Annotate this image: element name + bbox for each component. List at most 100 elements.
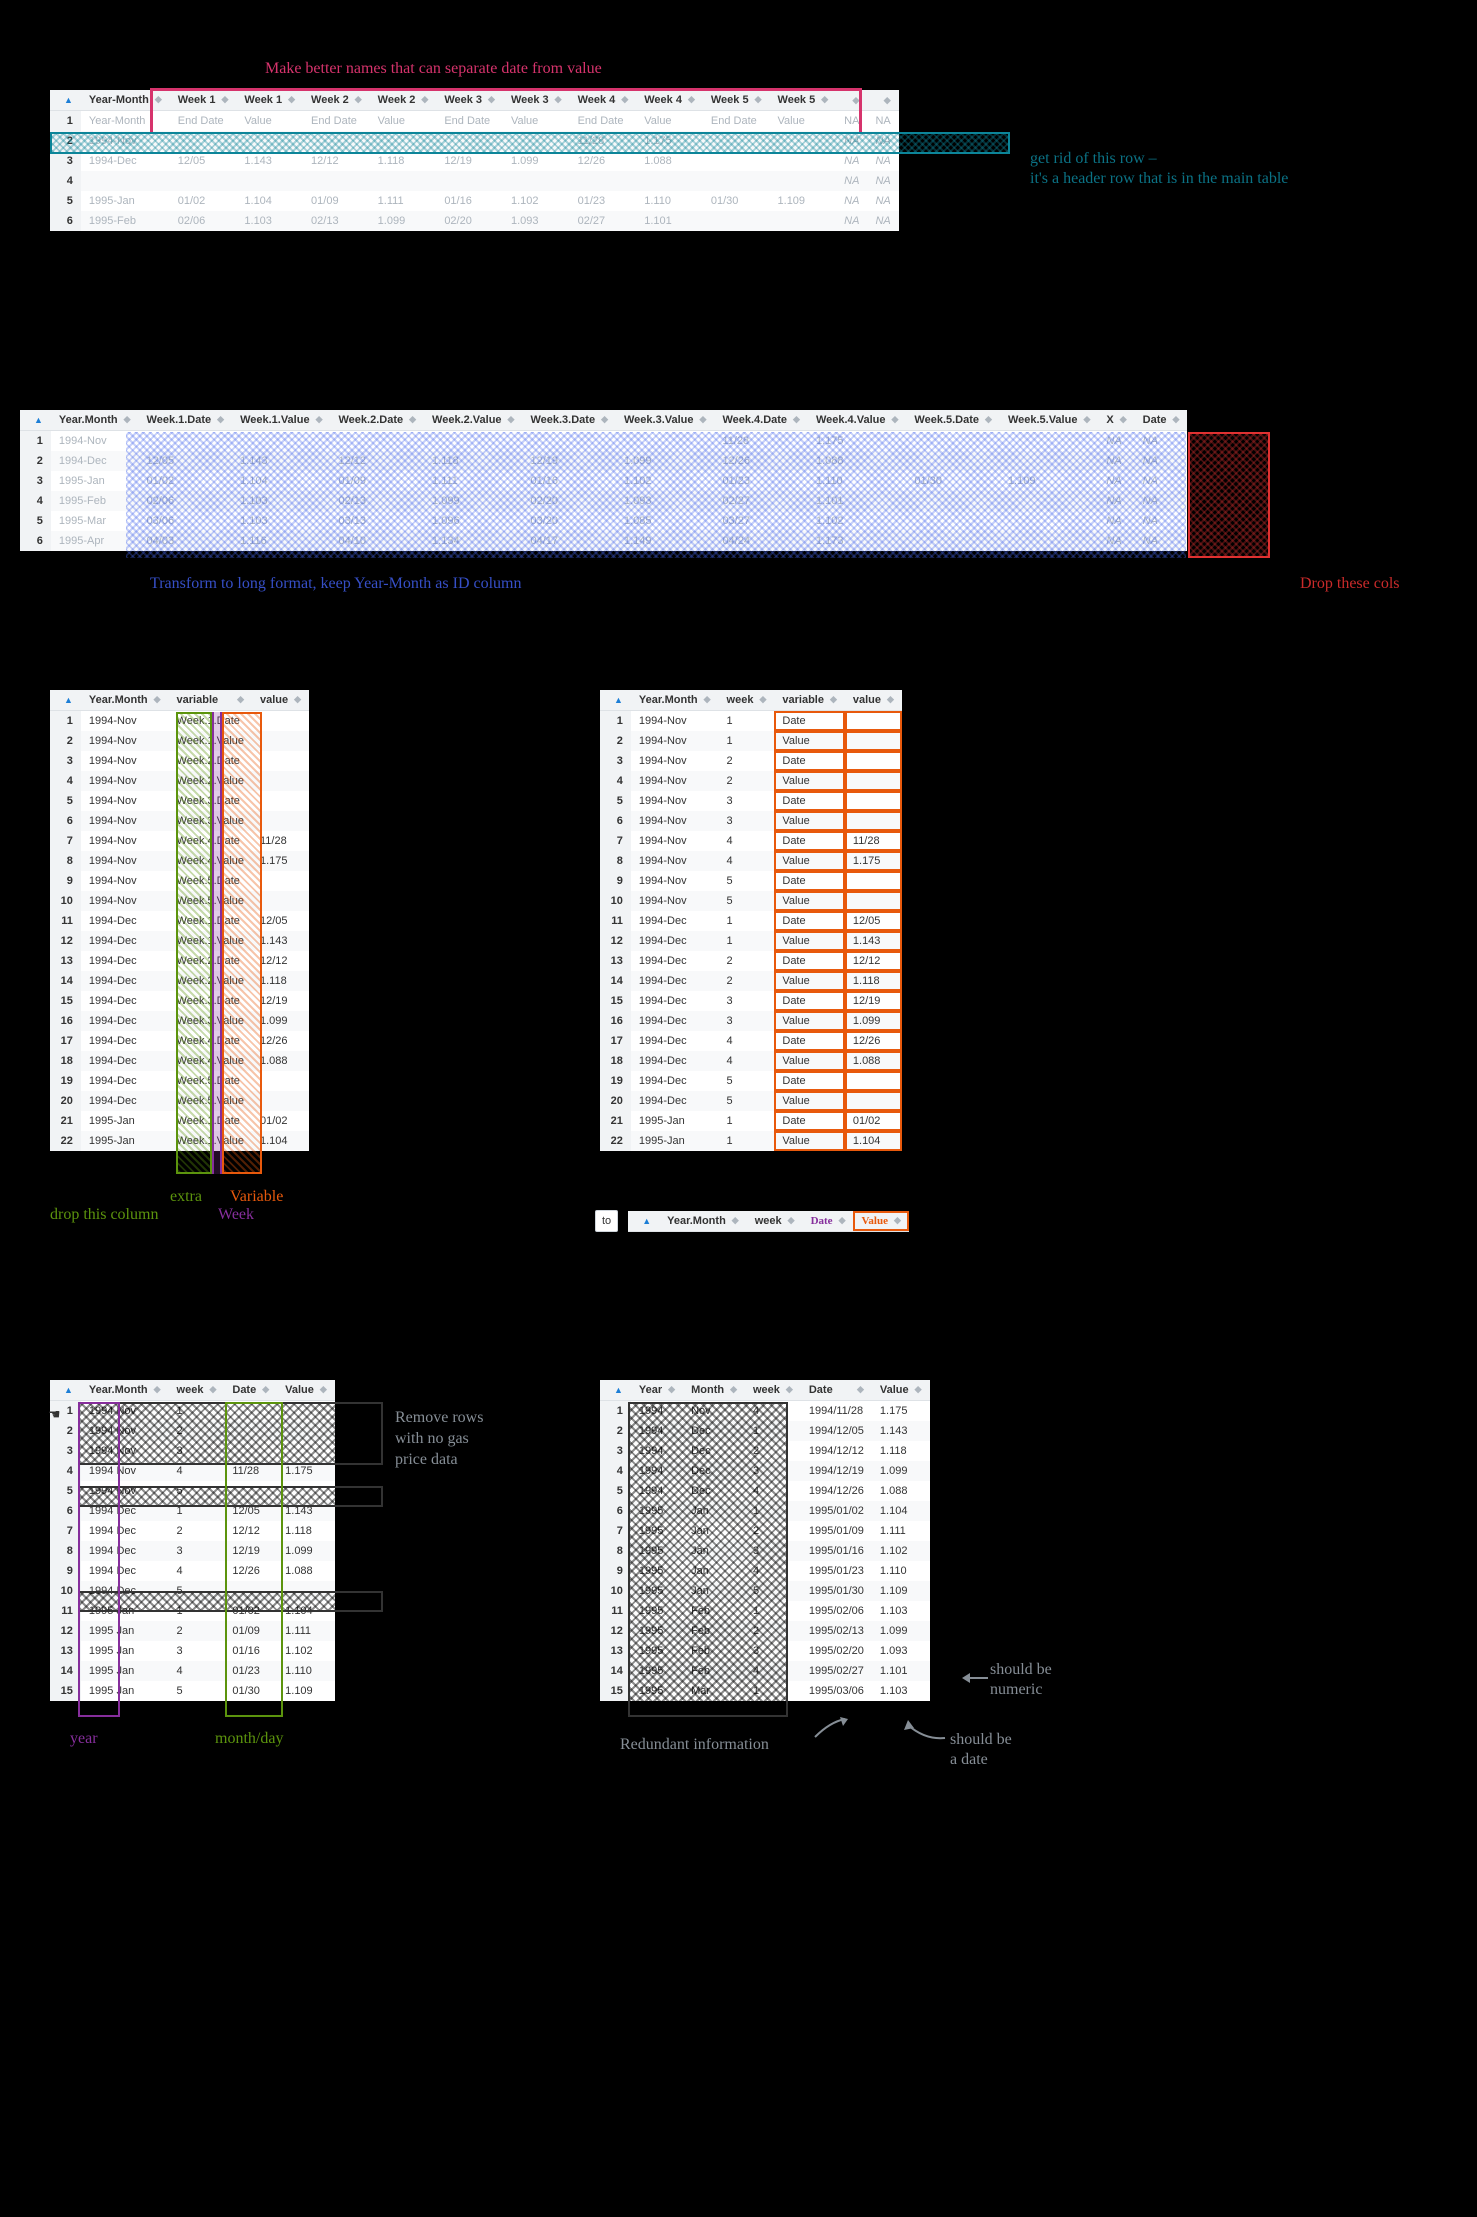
cell: 1.110	[808, 471, 906, 491]
table-3-long: ▲Year.Month◆variable◆value◆11994-NovWeek…	[50, 690, 309, 1151]
cell: 1.175	[845, 851, 902, 871]
column-header[interactable]: Week 3◆	[436, 90, 503, 111]
cell: 1995/03/06	[801, 1681, 872, 1701]
table-1-raw: ▲Year-Month◆Week 1◆Week 1◆Week 2◆Week 2◆…	[50, 90, 899, 231]
cell	[845, 871, 902, 891]
column-header[interactable]: Year.Month◆	[51, 410, 139, 431]
column-header[interactable]: Value◆	[277, 1380, 335, 1401]
column-header[interactable]: Month◆	[683, 1380, 745, 1401]
cell: 1.111	[370, 191, 437, 211]
column-header[interactable]: Week.2.Value◆	[424, 410, 522, 431]
table-row: 31994 Nov3	[50, 1441, 335, 1461]
table-row: 101994 Dec5	[50, 1581, 335, 1601]
cell: 01/23	[570, 191, 637, 211]
cell: 1995	[631, 1501, 683, 1521]
column-header[interactable]: Week.1.Value◆	[232, 410, 330, 431]
column-header[interactable]: Value◆	[853, 1211, 908, 1232]
annotation-week: Week	[218, 1206, 254, 1224]
column-header[interactable]: week◆	[169, 1380, 225, 1401]
cell: 1995/02/20	[801, 1641, 872, 1661]
cell	[906, 491, 1000, 511]
cell: 1.103	[872, 1601, 930, 1621]
column-header[interactable]: Week 4◆	[570, 90, 637, 111]
cell: 1.116	[232, 531, 330, 551]
table-row: 61994 Dec112/051.143	[50, 1501, 335, 1521]
column-header[interactable]: value◆	[252, 690, 309, 711]
table-row: 91994 Dec412/261.088	[50, 1561, 335, 1581]
cell	[331, 431, 425, 452]
column-header[interactable]: Date◆	[224, 1380, 277, 1401]
annotation-variable: Variable	[230, 1188, 283, 1206]
column-header[interactable]: Week 1◆	[236, 90, 303, 111]
cell	[1000, 431, 1098, 452]
column-header[interactable]: Date◆	[803, 1211, 854, 1232]
cell: 2	[169, 1421, 225, 1441]
column-header[interactable]: Week 2◆	[303, 90, 370, 111]
column-header[interactable]: Week.4.Value◆	[808, 410, 906, 431]
cell: 12/26	[714, 451, 808, 471]
cell: 4	[169, 1661, 225, 1681]
cell: 1994/12/26	[801, 1481, 872, 1501]
cell: 1.104	[277, 1601, 335, 1621]
cell: Dec	[683, 1441, 745, 1461]
cell: Value	[774, 851, 845, 871]
column-header[interactable]: Week.1.Date◆	[139, 410, 233, 431]
column-header[interactable]: ◆	[836, 90, 867, 111]
column-header[interactable]: Date◆	[1135, 410, 1188, 431]
cell: Date	[774, 831, 845, 851]
cell	[277, 1481, 335, 1501]
cell: 1995/02/13	[801, 1621, 872, 1641]
column-header[interactable]: Week.5.Date◆	[906, 410, 1000, 431]
column-header[interactable]: Value◆	[872, 1380, 930, 1401]
column-header[interactable]: Year.Month◆	[659, 1211, 747, 1232]
cell: End Date	[436, 111, 503, 132]
cell: 4	[745, 1661, 801, 1681]
column-header[interactable]: Week.4.Date◆	[714, 410, 808, 431]
cell	[252, 811, 309, 831]
column-header[interactable]: Week 5◆	[703, 90, 770, 111]
table-row: 21994-Nov1Value	[600, 731, 902, 751]
column-header[interactable]: Week 2◆	[370, 90, 437, 111]
cell: NA	[1135, 471, 1188, 491]
column-header[interactable]: Year◆	[631, 1380, 683, 1401]
cell: 3	[719, 1011, 775, 1031]
column-header[interactable]: Year.Month◆	[81, 690, 169, 711]
column-header[interactable]: value◆	[845, 690, 902, 711]
cell	[845, 711, 902, 732]
cell: Date	[774, 1031, 845, 1051]
cell: 1.102	[616, 471, 714, 491]
column-header[interactable]: Week 3◆	[503, 90, 570, 111]
column-header[interactable]: Date◆	[801, 1380, 872, 1401]
column-header[interactable]: Week.3.Value◆	[616, 410, 714, 431]
annotation-redundant: Redundant information	[620, 1736, 769, 1754]
column-header[interactable]: variable◆	[774, 690, 845, 711]
cell: 5	[169, 1481, 225, 1501]
table-row: 21994-NovWeek.1.Value	[50, 731, 309, 751]
column-header[interactable]: X◆	[1098, 410, 1134, 431]
table-row: 91995Jan41995/01/231.110	[600, 1561, 930, 1581]
column-header[interactable]: week◆	[719, 690, 775, 711]
column-header[interactable]: week◆	[745, 1380, 801, 1401]
cell: 1.096	[424, 511, 522, 531]
column-header[interactable]: variable◆	[169, 690, 252, 711]
table-row: 171994-Dec4Date12/26	[600, 1031, 902, 1051]
cell: 1994-Nov	[51, 431, 139, 452]
column-header[interactable]: Week 5◆	[770, 90, 837, 111]
cell: 02/20	[522, 491, 616, 511]
column-header[interactable]: Week.5.Value◆	[1000, 410, 1098, 431]
column-header[interactable]: Year.Month◆	[81, 1380, 169, 1401]
column-header[interactable]: Week 4◆	[636, 90, 703, 111]
cell: Value	[774, 891, 845, 911]
cell: Value	[774, 971, 845, 991]
column-header[interactable]: Week.2.Date◆	[331, 410, 425, 431]
column-header[interactable]: Week 1◆	[170, 90, 237, 111]
cell: NA	[1135, 511, 1188, 531]
column-header[interactable]: Year.Month◆	[631, 690, 719, 711]
column-header[interactable]: ◆	[867, 90, 898, 111]
cell: 1994-Dec	[51, 451, 139, 471]
column-header[interactable]: Year-Month◆	[81, 90, 170, 111]
column-header[interactable]: Week.3.Date◆	[522, 410, 616, 431]
cell: 1995-Jan	[51, 471, 139, 491]
column-header[interactable]: week◆	[747, 1211, 803, 1232]
cell: 1994 Nov	[81, 1421, 169, 1441]
